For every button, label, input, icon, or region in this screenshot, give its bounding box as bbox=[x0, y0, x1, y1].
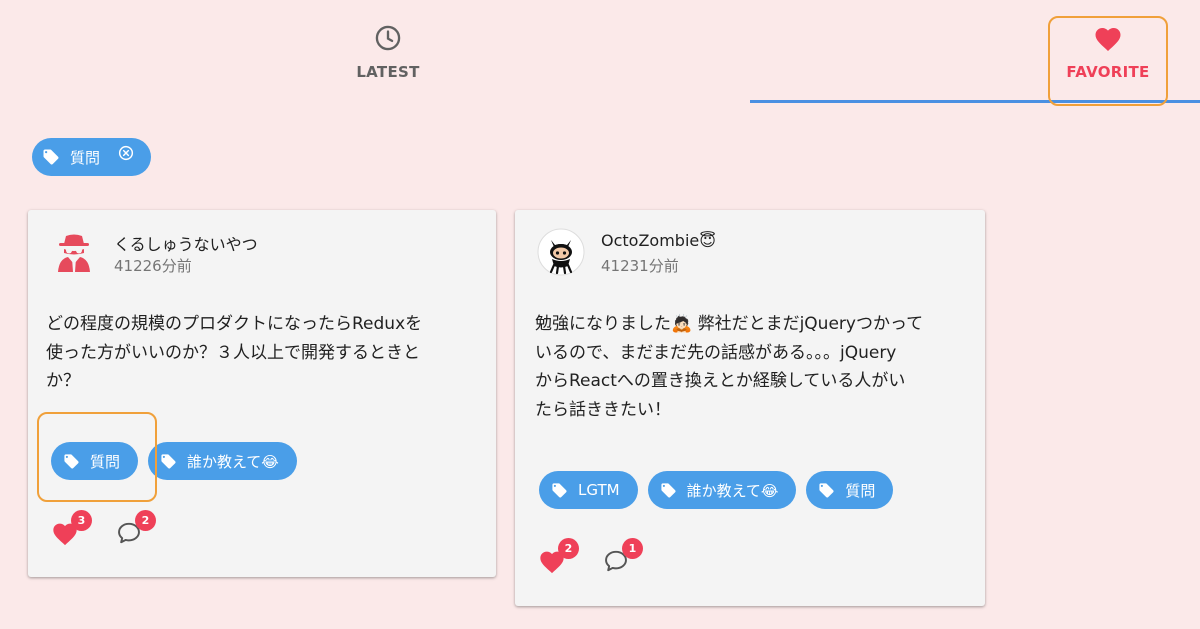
tab-latest[interactable]: LATEST bbox=[300, 0, 476, 104]
post-username[interactable]: OctoZombie😇 bbox=[601, 231, 716, 250]
post-body-line: 使った方がいいのか？３人以上で開発するときと bbox=[46, 342, 420, 363]
tag-chip[interactable]: 誰か教えて😂 bbox=[647, 471, 797, 509]
post-actions: 3 2 bbox=[50, 510, 178, 548]
tag-icon bbox=[660, 482, 677, 499]
post-body-line: からReactへの置き換えとか経験している人がい bbox=[535, 371, 906, 391]
post-card[interactable]: くるしゅうないやつ 41226分前 どの程度の規模のプロダクトになったらRedu… bbox=[28, 210, 496, 577]
close-circle-icon[interactable] bbox=[118, 145, 134, 161]
tag-icon bbox=[42, 148, 60, 166]
post-body-line: か？ bbox=[46, 371, 80, 391]
comment-button[interactable]: 2 bbox=[114, 510, 156, 548]
comment-count-badge: 2 bbox=[135, 510, 156, 531]
post-actions: 2 1 bbox=[537, 538, 665, 576]
tag-icon bbox=[551, 482, 568, 499]
tag-chip[interactable]: 質問 bbox=[806, 471, 894, 509]
post-timestamp: 41226分前 bbox=[114, 257, 192, 275]
post-body: どの程度の規模のプロダクトになったらReduxを 使った方がいいのか？３人以上で… bbox=[46, 310, 476, 396]
post-card[interactable]: OctoZombie😇 41231分前 勉強になりました🙇🏻 弊社だとまだjQu… bbox=[515, 210, 985, 606]
tag-icon bbox=[160, 453, 177, 470]
filter-chip[interactable]: 質問 bbox=[32, 138, 151, 176]
post-body-line: どの程度の規模のプロダクトになったらReduxを bbox=[46, 314, 423, 334]
like-button[interactable]: 3 bbox=[50, 510, 92, 548]
post-body: 勉強になりました🙇🏻 弊社だとまだjQueryつかって いるので、まだまだ先の話… bbox=[535, 310, 965, 424]
octocat-avatar[interactable] bbox=[537, 228, 585, 276]
incognito-avatar[interactable] bbox=[50, 228, 98, 276]
post-username[interactable]: くるしゅうないやつ bbox=[114, 231, 258, 255]
like-count-badge: 2 bbox=[558, 538, 579, 559]
clock-icon bbox=[373, 23, 403, 53]
tag-label: 誰か教えて😂 bbox=[187, 452, 279, 471]
tab-latest-label: LATEST bbox=[356, 63, 420, 81]
filter-chip-label: 質問 bbox=[70, 148, 101, 167]
tag-label: 質問 bbox=[845, 481, 876, 500]
highlight-box-tag bbox=[37, 412, 157, 502]
tag-chip[interactable]: LGTM bbox=[539, 471, 638, 509]
like-button[interactable]: 2 bbox=[537, 538, 579, 576]
tag-icon bbox=[818, 482, 835, 499]
comment-count-badge: 1 bbox=[622, 538, 643, 559]
tag-chip[interactable]: 誰か教えて😂 bbox=[148, 442, 297, 480]
tag-label: 誰か教えて😂 bbox=[686, 481, 779, 500]
tag-label: LGTM bbox=[578, 481, 620, 499]
tab-bar: LATEST FAVORITE bbox=[0, 0, 1200, 106]
comment-button[interactable]: 1 bbox=[601, 538, 643, 576]
post-body-line: たら話ききたい！ bbox=[535, 399, 671, 420]
post-timestamp: 41231分前 bbox=[601, 257, 679, 275]
like-count-badge: 3 bbox=[71, 510, 92, 531]
post-body-line: いるので、まだまだ先の話感がある。。。jQuery bbox=[535, 342, 897, 363]
tag-list: LGTM 誰か教えて😂 質問 bbox=[539, 471, 894, 509]
post-body-line: 勉強になりました🙇🏻 弊社だとまだjQueryつかって bbox=[535, 314, 924, 334]
highlight-box-favorite bbox=[1048, 16, 1168, 106]
